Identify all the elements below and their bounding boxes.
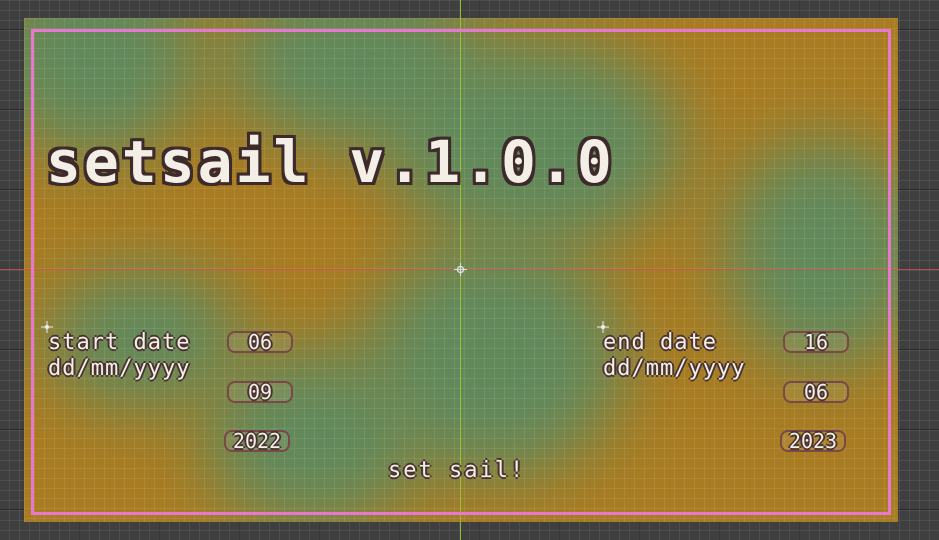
start-day-field[interactable]: 06 [227,331,293,353]
app-title: setsail v.1.0.0 [46,128,615,196]
set-sail-button[interactable]: set sail! [388,458,525,483]
start-date-format: dd/mm/yyyy [48,356,191,381]
end-year-field[interactable]: 2023 [780,430,846,452]
end-date-format: dd/mm/yyyy [603,356,746,381]
start-month-field[interactable]: 09 [227,381,293,403]
start-date-label: start date [48,330,191,355]
end-date-label: end date [603,330,717,355]
origin-pivot-icon [454,263,467,276]
x-axis-line [0,269,939,270]
start-year-field[interactable]: 2022 [224,430,290,452]
end-month-field[interactable]: 06 [783,381,849,403]
end-day-field[interactable]: 16 [783,331,849,353]
